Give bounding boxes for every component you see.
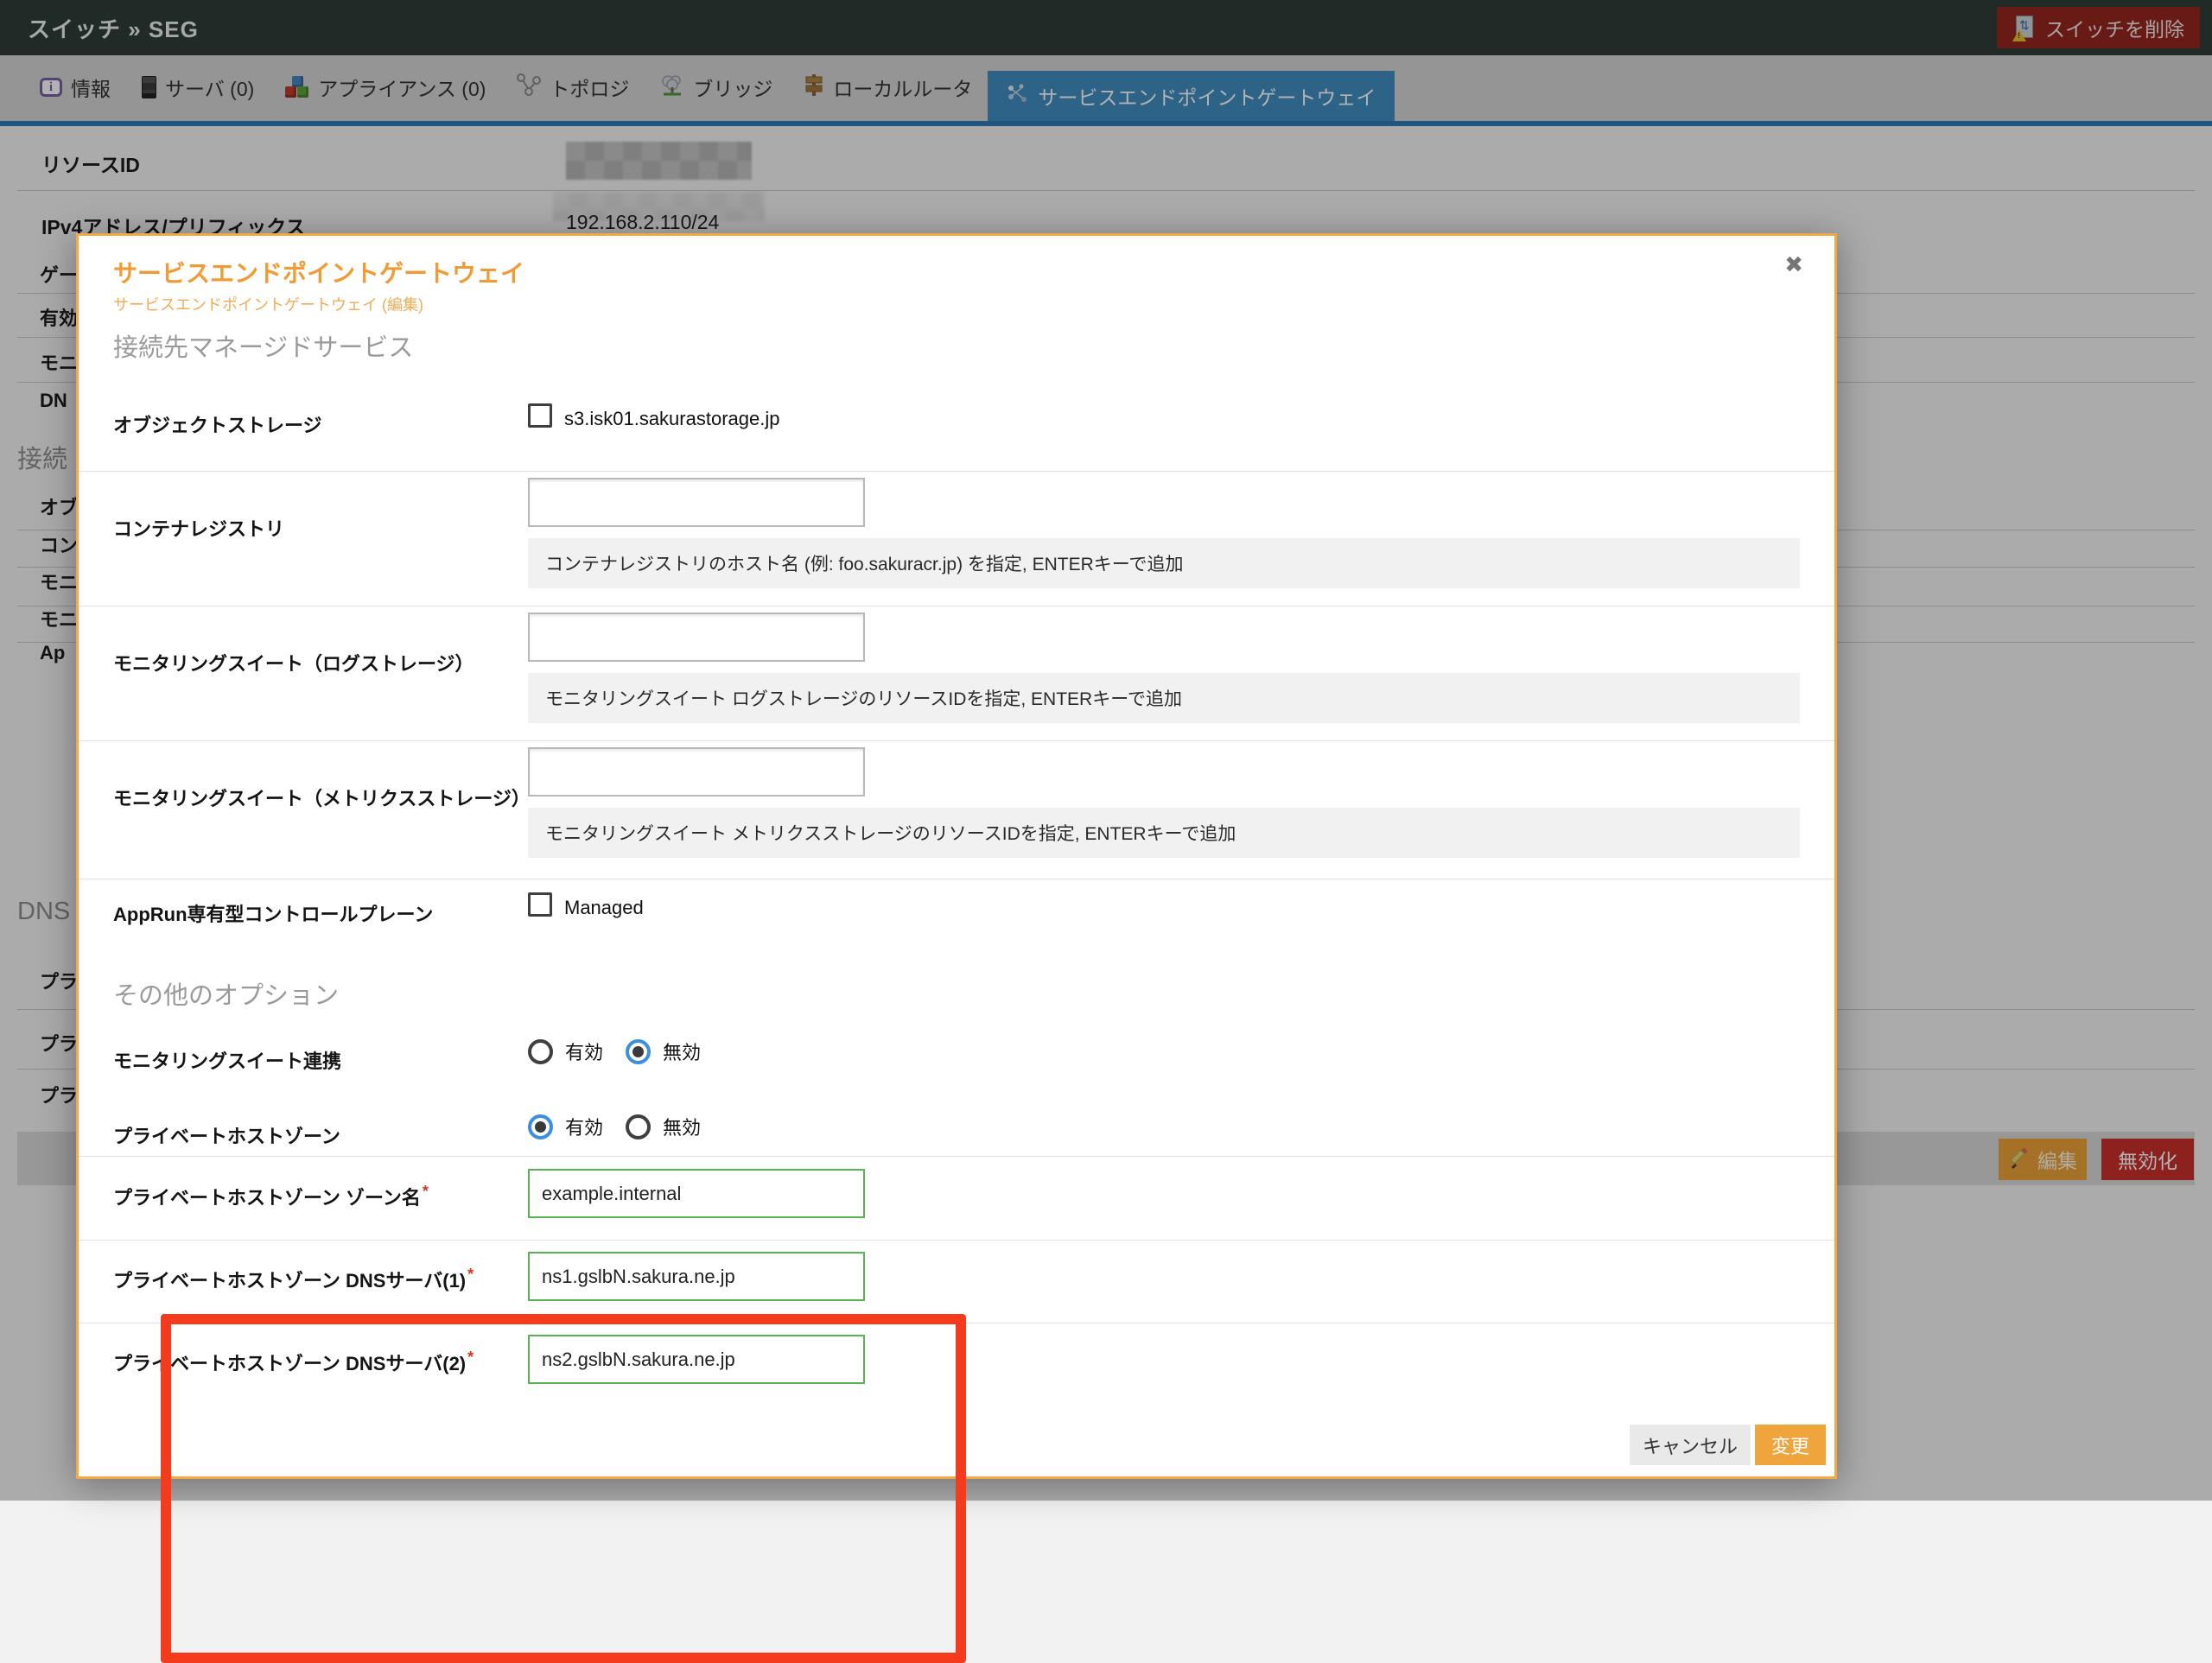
section-other-options: その他のオプション	[113, 982, 340, 1010]
modal-title: サービスエンドポイントゲートウェイ	[113, 260, 525, 287]
dns-server-2-input[interactable]	[528, 1335, 865, 1384]
required-asterisk: *	[467, 1349, 474, 1366]
radio-unselected-icon	[528, 1038, 553, 1064]
radio-selected-icon	[528, 1114, 553, 1139]
radio-label: 無効	[663, 1117, 702, 1139]
container-registry-label: コンテナレジストリ	[113, 518, 285, 540]
section-managed-services: 接続先マネージドサービス	[113, 334, 414, 362]
cancel-button-label: キャンセル	[1642, 1435, 1738, 1457]
apprun-label: AppRun専有型コントロールプレーン	[113, 904, 434, 925]
zone-name-input[interactable]	[528, 1169, 865, 1218]
radio-label: 無効	[663, 1042, 702, 1063]
monitoring-metrics-hint: モニタリングスイート メトリクスストレージのリソースIDを指定, ENTERキー…	[528, 808, 1800, 858]
private-host-zone-option-enabled[interactable]: 有効	[528, 1113, 603, 1140]
object-storage-label: オブジェクトストレージ	[113, 415, 322, 436]
required-asterisk: *	[467, 1266, 474, 1283]
monitoring-link-label: モニタリングスイート連携	[113, 1050, 342, 1072]
required-asterisk: *	[422, 1183, 429, 1200]
cancel-button[interactable]: キャンセル	[1630, 1425, 1751, 1465]
container-registry-hint: コンテナレジストリのホスト名 (例: foo.sakuracr.jp) を指定,…	[528, 538, 1800, 588]
monitoring-link-radio-group: 有効 無効	[528, 1038, 701, 1065]
monitoring-log-label: モニタリングスイート（ログストレージ）	[113, 653, 474, 675]
service-endpoint-gateway-modal: サービスエンドポイントゲートウェイ サービスエンドポイントゲートウェイ (編集)…	[76, 233, 1837, 1663]
apprun-checkbox-label: Managed	[564, 897, 644, 918]
dns-server-1-input[interactable]	[528, 1252, 865, 1301]
monitoring-link-option-enabled[interactable]: 有効	[528, 1038, 603, 1065]
radio-unselected-icon	[626, 1114, 652, 1139]
close-icon[interactable]: ✖	[1784, 251, 1803, 278]
zone-name-label: プライベートホストゾーン ゾーン名 *	[113, 1183, 429, 1210]
object-storage-checkbox[interactable]	[528, 403, 552, 428]
radio-label: 有効	[565, 1042, 604, 1063]
apprun-managed-checkbox[interactable]	[528, 892, 552, 917]
submit-button-label: 変更	[1770, 1435, 1809, 1457]
object-storage-checkbox-label: s3.isk01.sakurastorage.jp	[564, 408, 780, 429]
monitoring-log-hint: モニタリングスイート ログストレージのリソースIDを指定, ENTERキーで追加	[528, 673, 1800, 723]
monitoring-log-input[interactable]	[528, 613, 865, 662]
dns-server-1-label-text: プライベートホストゾーン DNSサーバ(1)	[113, 1270, 467, 1292]
monitoring-link-option-disabled[interactable]: 無効	[626, 1038, 701, 1065]
monitoring-metrics-label: モニタリングスイート（メトリクスストレージ）	[113, 788, 531, 809]
modal-subtitle: サービスエンドポイントゲートウェイ (編集)	[113, 296, 423, 314]
dns-server-2-label-text: プライベートホストゾーン DNSサーバ(2)	[113, 1353, 467, 1374]
container-registry-input[interactable]	[528, 478, 865, 527]
submit-button[interactable]: 変更	[1755, 1425, 1826, 1465]
dns-server-2-label: プライベートホストゾーン DNSサーバ(2) *	[113, 1349, 474, 1376]
zone-name-label-text: プライベートホストゾーン ゾーン名	[113, 1187, 421, 1209]
radio-label: 有効	[565, 1117, 604, 1139]
monitoring-metrics-input[interactable]	[528, 747, 865, 797]
private-host-zone-radio-group: 有効 無効	[528, 1113, 701, 1140]
dns-server-1-label: プライベートホストゾーン DNSサーバ(1) *	[113, 1266, 474, 1293]
radio-selected-icon	[626, 1038, 652, 1064]
private-host-zone-label: プライベートホストゾーン	[113, 1126, 340, 1147]
private-host-zone-option-disabled[interactable]: 無効	[626, 1113, 701, 1140]
